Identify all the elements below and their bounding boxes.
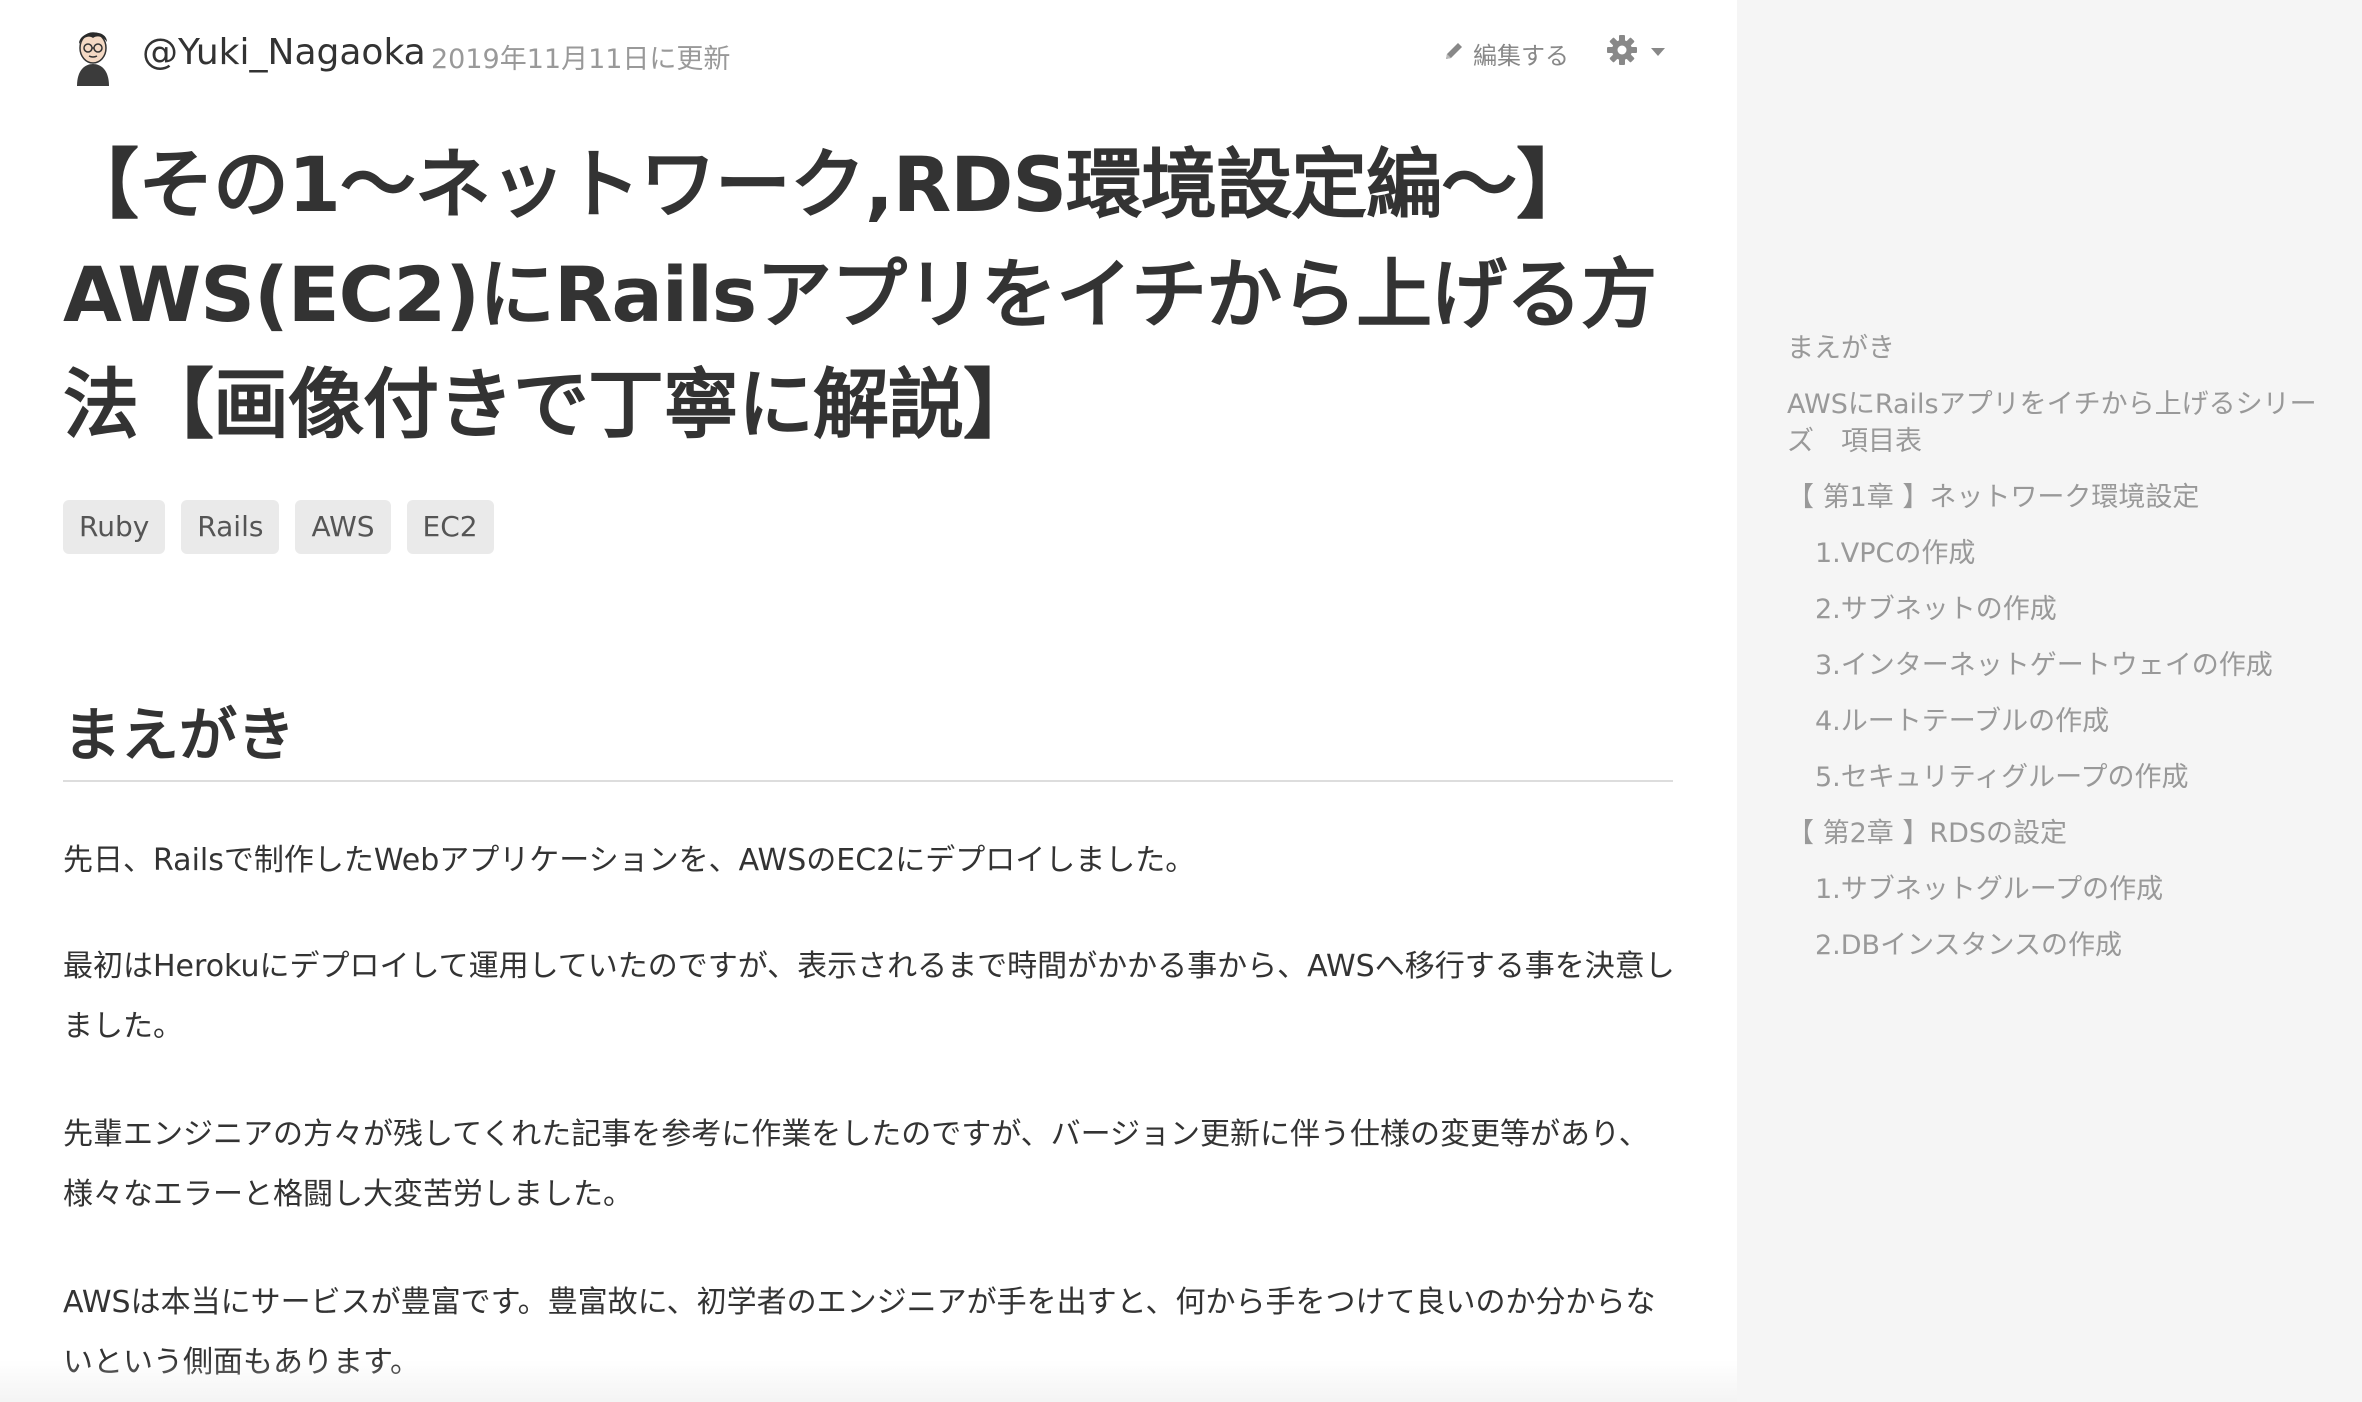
toc-sidebar: まえがき AWSにRailsアプリをイチから上げるシリーズ 項目表 【 第1章 … <box>1737 0 2362 1402</box>
scroll-fade <box>0 1360 1737 1402</box>
toc-item-internet-gateway[interactable]: 3.インターネットゲートウェイの作成 <box>1787 647 2332 684</box>
section-heading: まえがき <box>63 701 296 769</box>
paragraph-2: 最初はHerokuにデプロイして運用していたのですが、表示されるまで時間がかかる… <box>63 949 1675 1044</box>
pencil-icon <box>1443 40 1465 66</box>
article-title-line-3: 法【画像付きで丁寧に解説】 <box>63 360 1039 449</box>
article-title-line-1: 【その1〜ネットワーク,RDS環境設定編〜】 <box>63 140 1592 229</box>
tag-list: Ruby Rails AWS EC2 <box>63 500 494 554</box>
article-header: @Yuki_Nagaoka 2019年11月11日に更新 編集する <box>63 18 1665 90</box>
edit-button-label: 編集する <box>1473 41 1569 70</box>
toc-item-chapter-2[interactable]: 【 第2章 】RDSの設定 <box>1787 815 2332 852</box>
author-username-link[interactable]: @Yuki_Nagaoka <box>142 32 426 73</box>
toc-item-security-group[interactable]: 5.セキュリティグループの作成 <box>1787 759 2332 796</box>
section-divider <box>63 780 1673 782</box>
page: @Yuki_Nagaoka 2019年11月11日に更新 編集する 【その1〜ネ… <box>0 0 2362 1402</box>
edit-button[interactable]: 編集する <box>1443 33 1569 73</box>
settings-dropdown-button[interactable] <box>1605 32 1667 72</box>
avatar-illustration <box>63 22 123 86</box>
toc-item-series-index[interactable]: AWSにRailsアプリをイチから上げるシリーズ 項目表 <box>1787 386 2332 460</box>
updated-date: 2019年11月11日に更新 <box>431 44 731 75</box>
article-main: @Yuki_Nagaoka 2019年11月11日に更新 編集する 【その1〜ネ… <box>0 0 1737 1402</box>
toc-item-subnet-group[interactable]: 1.サブネットグループの作成 <box>1787 871 2332 908</box>
article-title: 【その1〜ネットワーク,RDS環境設定編〜】 AWS(EC2)にRailsアプリ… <box>63 130 1683 460</box>
toc-item-subnet[interactable]: 2.サブネットの作成 <box>1787 591 2332 628</box>
tag-ec2[interactable]: EC2 <box>406 500 494 554</box>
toc-item-vpc[interactable]: 1.VPCの作成 <box>1787 535 2332 572</box>
toc-item-route-table[interactable]: 4.ルートテーブルの作成 <box>1787 703 2332 740</box>
table-of-contents: まえがき AWSにRailsアプリをイチから上げるシリーズ 項目表 【 第1章 … <box>1787 330 2332 983</box>
toc-item-chapter-1[interactable]: 【 第1章 】ネットワーク環境設定 <box>1787 479 2332 516</box>
tag-rails[interactable]: Rails <box>181 500 280 554</box>
gear-icon <box>1605 33 1639 71</box>
toc-item-maegaki[interactable]: まえがき <box>1787 330 2332 367</box>
tag-aws[interactable]: AWS <box>295 500 391 554</box>
paragraph-1: 先日、Railsで制作したWebアプリケーションを、AWSのEC2にデプロイしま… <box>63 843 1196 878</box>
article-title-line-2: AWS(EC2)にRailsアプリをイチから上げる方 <box>63 250 1657 339</box>
paragraph-3: 先輩エンジニアの方々が残してくれた記事を参考に作業をしたのですが、バージョン更新… <box>63 1117 1649 1212</box>
caret-down-icon <box>1649 43 1667 62</box>
avatar[interactable] <box>63 22 123 86</box>
tag-ruby[interactable]: Ruby <box>63 500 166 554</box>
toc-item-db-instance[interactable]: 2.DBインスタンスの作成 <box>1787 927 2332 964</box>
